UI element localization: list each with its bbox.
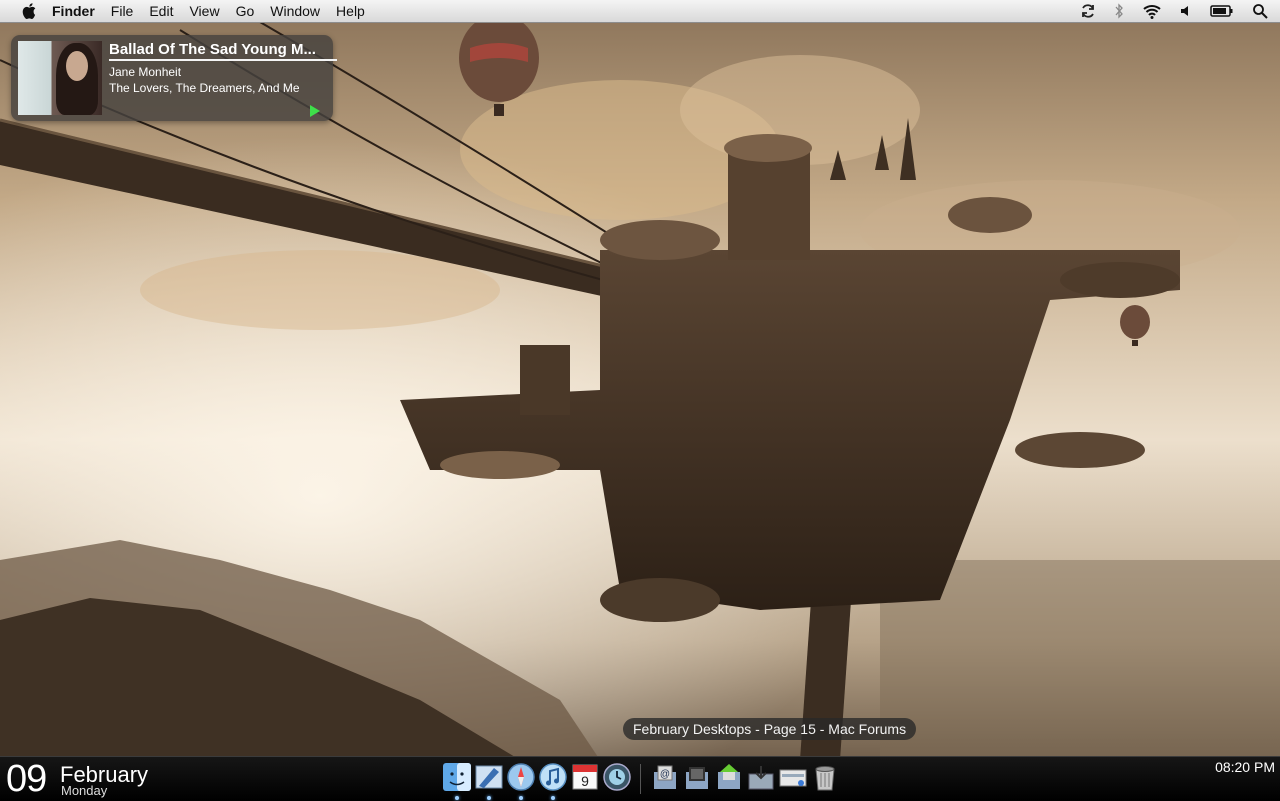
trash-icon[interactable] (810, 762, 840, 792)
apple-menu-icon[interactable] (20, 2, 38, 20)
running-indicator (519, 796, 523, 800)
clock: 08:20 PM (1215, 759, 1275, 775)
play-icon[interactable] (310, 105, 320, 117)
menu-bar: Finder File Edit View Go Window Help (0, 0, 1280, 23)
menu-file[interactable]: File (103, 0, 142, 22)
folder-stack-icon[interactable] (714, 762, 744, 792)
svg-text:9: 9 (581, 773, 589, 789)
now-playing-widget[interactable]: Ballad Of The Sad Young M... Jane Monhei… (11, 35, 337, 121)
date-day: 09 (6, 758, 47, 800)
album-art (18, 41, 102, 115)
menu-window[interactable]: Window (262, 0, 328, 22)
running-indicator (551, 796, 555, 800)
dock-bar: 09 February Monday 08:20 PM 9 @ (0, 756, 1280, 801)
running-indicator (487, 796, 491, 800)
safari-icon[interactable] (506, 762, 536, 792)
mail-icon[interactable] (474, 762, 504, 792)
network-stack-icon[interactable] (778, 762, 808, 792)
track-title: Ballad Of The Sad Young M... (109, 41, 337, 61)
svg-text:@: @ (660, 769, 670, 780)
menu-edit[interactable]: Edit (141, 0, 181, 22)
downloads-stack-icon[interactable] (746, 762, 776, 792)
dock-divider (640, 764, 641, 794)
menu-view[interactable]: View (181, 0, 227, 22)
track-album: The Lovers, The Dreamers, And Me (109, 81, 300, 95)
time-machine-icon[interactable] (602, 762, 632, 792)
battery-icon[interactable] (1210, 4, 1234, 18)
menu-app-finder[interactable]: Finder (52, 0, 103, 22)
applications-stack-icon[interactable]: @ (650, 762, 680, 792)
date-weekday: Monday (61, 783, 108, 798)
finder-icon[interactable] (442, 762, 472, 792)
ical-icon[interactable]: 9 (570, 762, 600, 792)
volume-icon[interactable] (1180, 3, 1192, 19)
menu-go[interactable]: Go (228, 0, 263, 22)
sync-icon[interactable] (1080, 3, 1096, 19)
spotlight-icon[interactable] (1252, 3, 1268, 19)
documents-stack-icon[interactable] (682, 762, 712, 792)
running-indicator (455, 796, 459, 800)
window-title-label: February Desktops - Page 15 - Mac Forums (623, 718, 917, 740)
track-artist: Jane Monheit (109, 65, 182, 79)
itunes-icon[interactable] (538, 762, 568, 792)
bluetooth-icon[interactable] (1114, 3, 1124, 19)
menu-help[interactable]: Help (328, 0, 373, 22)
wifi-icon[interactable] (1142, 3, 1162, 19)
